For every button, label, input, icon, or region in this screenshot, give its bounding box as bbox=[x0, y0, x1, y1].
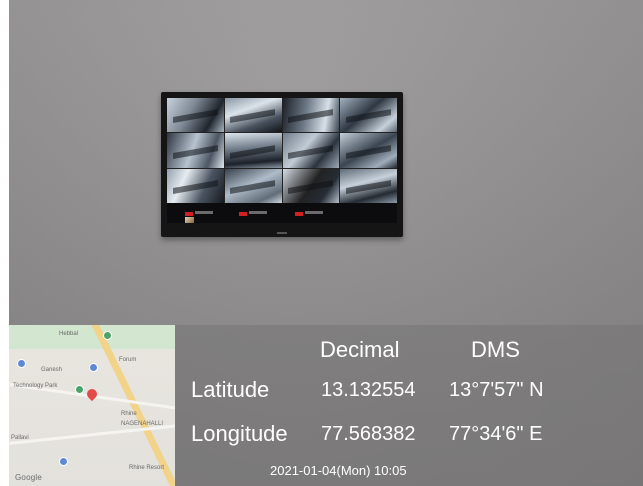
camera-feed bbox=[340, 168, 397, 203]
status-marker bbox=[239, 212, 247, 216]
camera-feed bbox=[224, 168, 282, 203]
dms-column-header: DMS bbox=[471, 337, 520, 362]
status-marker bbox=[295, 212, 303, 216]
map-place-label: Ganesh bbox=[41, 367, 63, 373]
camera-feed bbox=[167, 133, 224, 168]
photo-frame: Hebbal Technology Park Ganesh Forum Rhin… bbox=[0, 0, 643, 486]
status-text bbox=[305, 211, 323, 214]
longitude-label: Longitude bbox=[191, 421, 288, 446]
wall-mounted-tv bbox=[161, 92, 403, 237]
camera-feed bbox=[224, 98, 282, 133]
camera-feed bbox=[340, 98, 397, 133]
camera-feed bbox=[282, 98, 340, 133]
map-place-label: Forum bbox=[119, 357, 137, 363]
google-logo: Google bbox=[15, 473, 42, 482]
camera-feed bbox=[282, 133, 340, 168]
latitude-dms-value: 13°7'57" N bbox=[449, 379, 544, 401]
latitude-decimal-value: 13.132554 bbox=[321, 379, 416, 401]
map-poi-icon bbox=[17, 359, 26, 368]
camera-feed bbox=[340, 133, 397, 168]
status-text bbox=[195, 211, 213, 214]
map-poi-icon bbox=[59, 457, 68, 466]
monitor-status-row bbox=[167, 204, 397, 223]
camera-feed bbox=[282, 168, 340, 203]
gps-coordinates-panel: Decimal DMS Latitude 13.132554 13°7'57" … bbox=[175, 325, 643, 486]
latitude-label: Latitude bbox=[191, 377, 270, 402]
map-place-label: Hebbal bbox=[59, 331, 79, 337]
thumbnail-image bbox=[185, 217, 194, 223]
status-marker bbox=[185, 212, 193, 216]
camera-feed bbox=[224, 133, 282, 168]
map-poi-icon bbox=[103, 331, 112, 340]
camera-feed bbox=[167, 168, 224, 203]
location-pin-icon bbox=[84, 386, 100, 402]
map-poi-icon bbox=[75, 385, 84, 394]
longitude-decimal-value: 77.568382 bbox=[321, 423, 416, 445]
decimal-column-header: Decimal bbox=[320, 337, 400, 362]
map-place-label: Rhine bbox=[121, 411, 137, 417]
map-place-label: Technology Park bbox=[13, 383, 58, 389]
map-place-label: NAGENAHALLI bbox=[121, 421, 164, 427]
status-text bbox=[249, 211, 267, 214]
longitude-dms-value: 77°34'6" E bbox=[449, 423, 543, 445]
cctv-monitor-screen bbox=[167, 98, 397, 223]
camera-feed-grid bbox=[167, 98, 397, 203]
map-poi-icon bbox=[89, 363, 98, 372]
tv-logo bbox=[277, 232, 287, 234]
map-place-label: Rhine Resort bbox=[129, 465, 165, 471]
map-green-area bbox=[9, 325, 175, 349]
mini-map: Hebbal Technology Park Ganesh Forum Rhin… bbox=[9, 325, 175, 486]
map-place-label: Pallavi bbox=[11, 435, 29, 441]
timestamp: 2021-01-04(Mon) 10:05 bbox=[270, 463, 407, 478]
camera-feed bbox=[167, 98, 224, 133]
